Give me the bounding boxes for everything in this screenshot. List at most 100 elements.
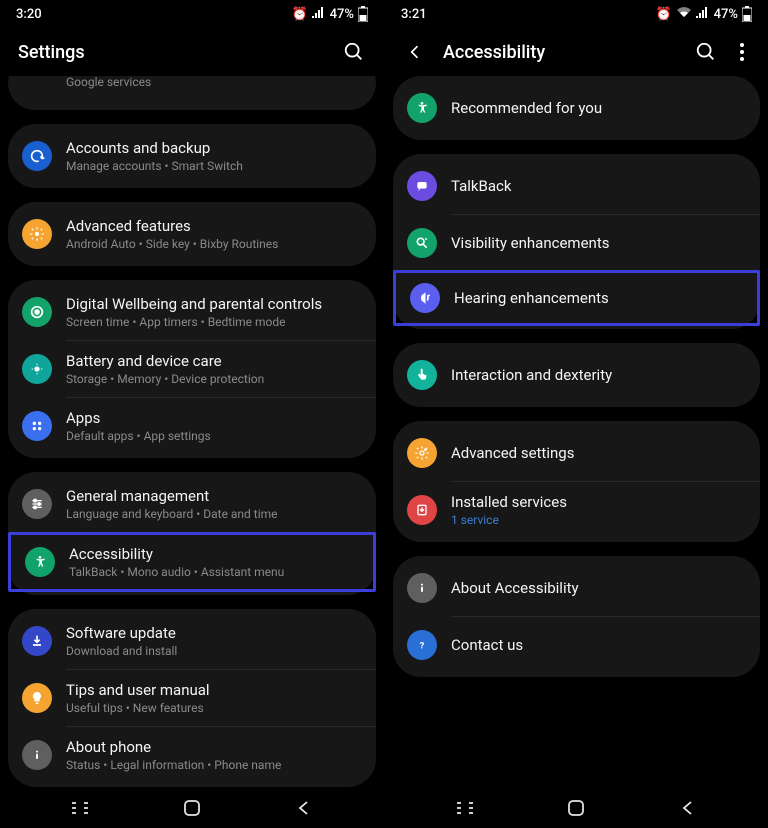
row-installed-services[interactable]: Installed services 1 service [393,482,760,538]
row-title: Recommended for you [451,99,746,117]
status-time: 3:21 [401,7,427,22]
row-battery-care[interactable]: Battery and device care Storage • Memory… [8,341,376,397]
settings-list[interactable]: Google services Accounts and backup Mana… [0,76,384,788]
card: Accounts and backup Manage accounts • Sm… [8,124,376,188]
row-talkback[interactable]: TalkBack [393,158,760,214]
card: General management Language and keyboard… [8,472,376,595]
tips-icon [22,683,52,713]
device-care-icon [22,354,52,384]
download-icon [407,495,437,525]
navigation-bar [385,788,768,828]
visibility-icon [407,228,437,258]
alarm-icon: ⏰ [655,7,671,22]
card: Recommended for you [393,76,760,140]
row-hearing[interactable]: Hearing enhancements [396,273,757,323]
header: Settings [0,28,384,76]
search-button[interactable] [342,40,366,64]
status-time: 3:20 [16,7,42,22]
row-accessibility[interactable]: Accessibility TalkBack • Mono audio • As… [8,532,376,592]
row-title: Accessibility [69,545,359,563]
row-sub: Default apps • App settings [66,429,362,443]
back-button[interactable] [677,797,699,819]
row-title: Interaction and dexterity [451,366,746,384]
row-general-management[interactable]: General management Language and keyboard… [8,476,376,532]
header: Accessibility [385,28,768,76]
row-accounts-backup[interactable]: Accounts and backup Manage accounts • Sm… [8,128,376,184]
row-title: Contact us [451,636,746,654]
back-button[interactable] [293,797,315,819]
row-sub: Android Auto • Side key • Bixby Routines [66,237,362,251]
row-title: Tips and user manual [66,681,362,699]
info-icon [407,573,437,603]
navigation-bar [0,788,384,828]
row-title: Visibility enhancements [451,234,746,252]
battery-icon [358,6,368,22]
card: Google services [8,76,376,110]
row-digital-wellbeing[interactable]: Digital Wellbeing and parental controls … [8,284,376,340]
row-tips-manual[interactable]: Tips and user manual Useful tips • New f… [8,670,376,726]
row-software-update[interactable]: Software update Download and install [8,613,376,669]
row-title: Installed services [451,493,746,511]
card: TalkBack Visibility enhancements [393,154,760,329]
info-icon [22,740,52,770]
row-visibility[interactable]: Visibility enhancements [393,215,760,271]
row-title: Advanced settings [451,444,746,462]
update-icon [22,626,52,656]
row-sub: Manage accounts • Smart Switch [66,159,362,173]
row-contact-us[interactable]: ? Contact us [393,617,760,673]
page-title: Settings [18,42,326,63]
row-apps[interactable]: Apps Default apps • App settings [8,398,376,454]
row-about-phone[interactable]: About phone Status • Legal information •… [8,727,376,783]
battery-text: 47% [330,7,354,22]
svg-text:?: ? [420,640,425,651]
accessibility-screen: 3:21 ⏰ 47% Accessibility [384,0,768,828]
row-title: General management [66,487,362,505]
row-google[interactable]: Google services [8,76,376,106]
status-icons: ⏰ 47% [655,6,752,22]
more-button[interactable] [734,40,750,64]
card: Advanced settings Installed services 1 s… [393,421,760,542]
google-icon [22,76,52,96]
settings-screen: 3:20 ⏰ 47% Settings Google services [0,0,384,828]
recents-button[interactable] [454,797,476,819]
row-sub: Google services [66,76,362,89]
row-advanced-settings[interactable]: Advanced settings [393,425,760,481]
interaction-icon [407,360,437,390]
status-bar: 3:20 ⏰ 47% [0,0,384,28]
card: Software update Download and install Tip… [8,609,376,787]
row-title: Apps [66,409,362,427]
row-about-accessibility[interactable]: About Accessibility [393,560,760,616]
accessibility-list[interactable]: Recommended for you TalkBack Visibility [385,76,768,788]
row-title: Digital Wellbeing and parental controls [66,295,362,313]
home-button[interactable] [181,797,203,819]
general-icon [22,489,52,519]
row-advanced-features[interactable]: Advanced features Android Auto • Side ke… [8,206,376,262]
sync-icon [22,141,52,171]
recents-button[interactable] [69,797,91,819]
back-button[interactable] [403,40,427,64]
home-button[interactable] [565,797,587,819]
card: Digital Wellbeing and parental controls … [8,280,376,458]
signal-icon [696,6,710,22]
page-title: Accessibility [443,42,678,63]
row-title: Hearing enhancements [454,289,743,307]
alarm-icon: ⏰ [291,7,307,22]
row-title: About phone [66,738,362,756]
signal-icon [312,6,326,22]
row-sub: Language and keyboard • Date and time [66,507,362,521]
gear-icon [407,438,437,468]
row-sub: Screen time • App timers • Bedtime mode [66,315,362,329]
row-title: About Accessibility [451,579,746,597]
search-button[interactable] [694,40,718,64]
row-interaction[interactable]: Interaction and dexterity [393,347,760,403]
row-sub: Storage • Memory • Device protection [66,372,362,386]
row-sub: 1 service [451,513,746,527]
battery-text: 47% [714,7,738,22]
help-icon: ? [407,630,437,660]
row-sub: Useful tips • New features [66,701,362,715]
status-bar: 3:21 ⏰ 47% [385,0,768,28]
row-recommended[interactable]: Recommended for you [393,80,760,136]
advanced-icon [22,219,52,249]
row-sub: Status • Legal information • Phone name [66,758,362,772]
row-title: TalkBack [451,177,746,195]
